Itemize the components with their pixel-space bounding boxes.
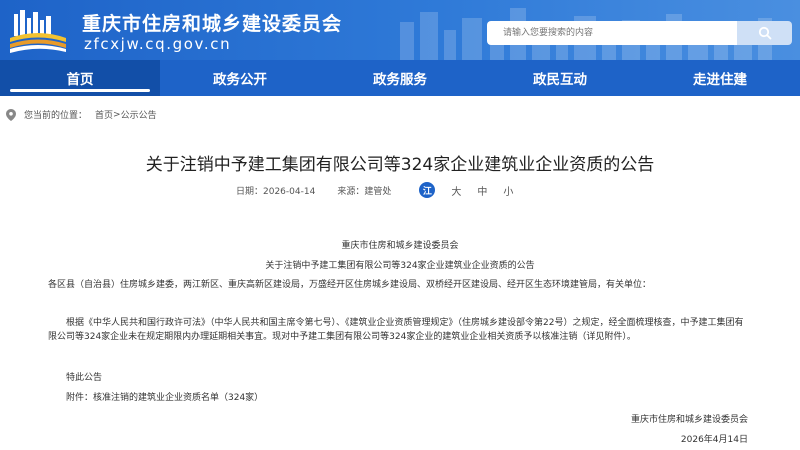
emblem-logo-icon[interactable] xyxy=(6,8,70,54)
location-pin-icon xyxy=(6,108,16,121)
notice-text: 特此公告 xyxy=(66,373,103,383)
site-header: 重庆市住房和城乡建设委员会 zfcxjw.cq.gov.cn xyxy=(0,0,800,60)
attachment-link[interactable]: 附件：核准注销的建筑业企业资质名单（324家） xyxy=(66,390,263,403)
font-size-small-button[interactable]: 小 xyxy=(503,183,513,198)
search-button[interactable] xyxy=(737,21,792,45)
main-nav: 首页 政务公开 政务服务 政民互动 走进住建 xyxy=(0,60,800,96)
font-size-icon: 江 xyxy=(419,182,436,198)
sign-date: 2026年4月14日 xyxy=(680,435,748,445)
breadcrumb: 您当前的位置： 首页 > 公示公告 xyxy=(6,108,157,121)
breadcrumb-current-link[interactable]: 公示公告 xyxy=(121,108,157,121)
doc-title: 关于注销中予建工集团有限公司等324家企业建筑业企业资质的公告 xyxy=(265,261,535,271)
font-size-controls: 江 大 中 小 xyxy=(419,182,513,198)
nav-item-home[interactable]: 首页 xyxy=(0,60,160,96)
article-title: 关于注销中予建工集团有限公司等324家企业建筑业企业资质的公告 xyxy=(145,155,655,175)
search-icon xyxy=(758,26,771,40)
nav-item-government-affairs[interactable]: 政务公开 xyxy=(160,60,320,96)
article-date: 日期：2026-04-14 xyxy=(236,186,316,197)
nav-item-government-services[interactable]: 政务服务 xyxy=(320,60,480,96)
article-source: 来源：建管处 xyxy=(337,186,392,197)
signature: 重庆市住房和城乡建设委员会 xyxy=(630,415,748,425)
site-title[interactable]: 重庆市住房和城乡建设委员会 xyxy=(82,9,342,36)
search-input[interactable] xyxy=(487,21,737,45)
nav-item-about[interactable]: 走进住建 xyxy=(640,60,800,96)
font-size-medium-button[interactable]: 中 xyxy=(477,183,487,198)
org-header: 重庆市住房和城乡建设委员会 xyxy=(341,241,459,251)
breadcrumb-prefix: 您当前的位置： xyxy=(24,111,88,121)
body-paragraph: 根据《中华人民共和国行政许可法》（中华人民共和国主席令第七号）、《建筑业企业资质… xyxy=(48,318,744,342)
site-domain: zfcxjw.cq.gov.cn xyxy=(84,35,232,53)
breadcrumb-home-link[interactable]: 首页 xyxy=(95,108,113,121)
font-size-large-button[interactable]: 大 xyxy=(451,183,461,198)
breadcrumb-separator: > xyxy=(113,109,121,120)
recipients-paragraph: 各区县（自治县）住房城乡建委，两江新区、重庆高新区建设局，万盛经开区住房城乡建设… xyxy=(48,280,652,290)
article-meta: 日期：2026-04-14 来源：建管处 江 大 中 小 xyxy=(236,182,513,198)
nav-item-public-interaction[interactable]: 政民互动 xyxy=(480,60,640,96)
